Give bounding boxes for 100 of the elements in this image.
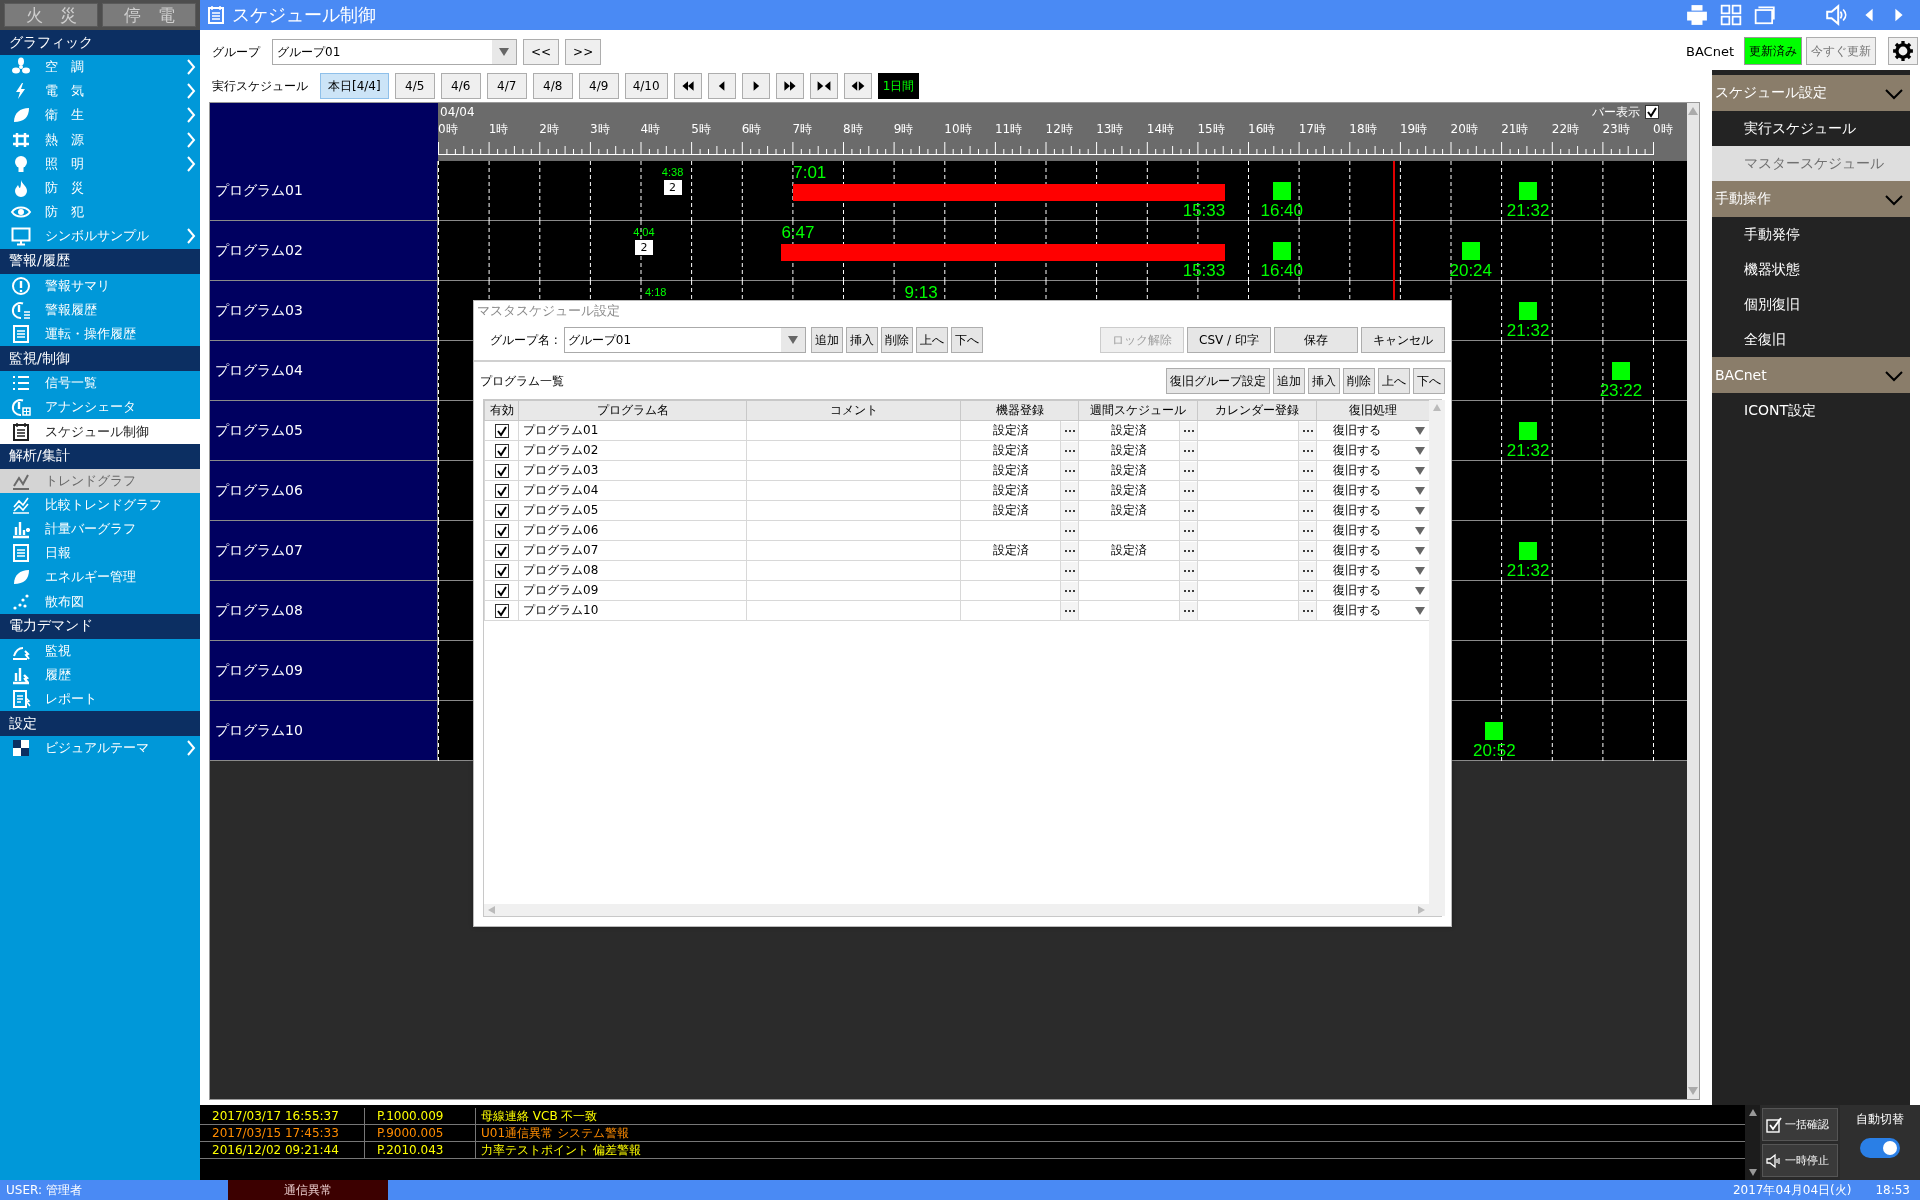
section-header: 解析/集計 bbox=[0, 443, 200, 469]
alarm-point: P.9000.005 bbox=[365, 1125, 476, 1141]
recovery-dropdown[interactable]: 復旧する bbox=[1317, 421, 1429, 440]
table-cell: 設定済 bbox=[960, 480, 1061, 501]
date-label: 2017年04月04日(火) bbox=[1732, 1181, 1852, 1199]
group-dropdown[interactable]: グループ01 bbox=[563, 327, 806, 353]
alarm-time: 2017/03/17 16:55:37 bbox=[200, 1108, 365, 1124]
edit-button[interactable]: 下へ bbox=[950, 327, 983, 353]
list-button[interactable]: 下へ bbox=[1413, 368, 1445, 394]
recovery-dropdown[interactable]: 復旧する bbox=[1317, 561, 1429, 580]
edit-button[interactable]: 削除 bbox=[880, 327, 913, 353]
group-dropdown[interactable]: グループ01 bbox=[272, 39, 517, 65]
recovery-dropdown[interactable]: 復旧する bbox=[1317, 521, 1429, 540]
edit-button[interactable]: 挿入 bbox=[845, 327, 878, 353]
panel-item[interactable]: 実行スケジュール bbox=[1712, 111, 1910, 146]
recovery-dropdown[interactable]: 復旧する bbox=[1317, 461, 1429, 480]
confirm-all-button[interactable]: 一括確認 bbox=[1762, 1108, 1838, 1141]
table-cell: 設定済 bbox=[1078, 500, 1180, 521]
action-button[interactable]: CSV / 印字 bbox=[1187, 327, 1271, 353]
edit-button[interactable]: 追加 bbox=[810, 327, 843, 353]
pause-button[interactable]: 一時停止 bbox=[1762, 1144, 1838, 1177]
status-button[interactable]: 更新済み bbox=[1744, 37, 1802, 65]
column-header: 復旧処理 bbox=[1316, 400, 1430, 421]
day-tab[interactable]: 4/5 bbox=[394, 73, 435, 99]
list-button[interactable]: 復旧グループ設定 bbox=[1166, 368, 1270, 394]
table-cell: 設定済 bbox=[960, 540, 1061, 561]
switch-label: 自動切替 bbox=[1856, 1111, 1904, 1128]
hour-label: 23時 bbox=[1602, 121, 1630, 138]
day-tab[interactable]: 本日[4/4] bbox=[320, 73, 389, 99]
section-header: 電力デマンド bbox=[0, 613, 200, 639]
recovery-dropdown[interactable]: 復旧する bbox=[1317, 601, 1429, 620]
day-tab[interactable]: 4/9 bbox=[578, 73, 619, 99]
hour-label: 18時 bbox=[1349, 121, 1377, 138]
day-tab[interactable]: 4/7 bbox=[486, 73, 527, 99]
column-header: 有効 bbox=[484, 400, 519, 421]
recovery-dropdown[interactable]: 復旧する bbox=[1317, 441, 1429, 460]
column-header: コメント bbox=[746, 400, 961, 421]
hour-label: 8時 bbox=[843, 121, 863, 138]
table-cell: プログラム01 bbox=[518, 420, 747, 441]
hour-label: 21時 bbox=[1501, 121, 1529, 138]
checkbox-label: バー表示 bbox=[1592, 103, 1640, 121]
row-label: プログラム10 bbox=[210, 701, 438, 760]
panel-item[interactable]: マスタースケジュール bbox=[1712, 146, 1910, 181]
time-label: 4:04 bbox=[633, 227, 655, 238]
next-button[interactable]: >> bbox=[565, 39, 602, 65]
time-label: 20:24 bbox=[1449, 262, 1492, 279]
table-cell: プログラム09 bbox=[518, 580, 747, 601]
hour-label: 9時 bbox=[893, 121, 914, 138]
alarm-point: P.2010.043 bbox=[365, 1142, 476, 1158]
table-cell: プログラム05 bbox=[518, 500, 747, 521]
edit-button[interactable]: 上へ bbox=[915, 327, 948, 353]
panel-item[interactable]: ICONT設定 bbox=[1712, 393, 1910, 428]
table-cell: プログラム06 bbox=[518, 520, 747, 541]
section-header[interactable]: 手動操作 bbox=[1712, 181, 1910, 217]
list-button[interactable]: 上へ bbox=[1378, 368, 1410, 394]
list-button[interactable]: 削除 bbox=[1343, 368, 1375, 394]
panel-item[interactable]: 機器状態 bbox=[1712, 252, 1910, 287]
alarm-time: 2017/03/15 17:45:33 bbox=[200, 1125, 365, 1141]
hour-label: 4時 bbox=[640, 121, 661, 138]
day-tab[interactable]: 4/6 bbox=[440, 73, 481, 99]
alarm-message: U01通信異常 システム警報 bbox=[480, 1125, 630, 1141]
section-header: グラフィック bbox=[0, 30, 200, 55]
range-button[interactable]: 1日間 bbox=[877, 73, 920, 99]
section-header[interactable]: スケジュール設定 bbox=[1712, 75, 1910, 111]
hour-label: 20時 bbox=[1450, 121, 1478, 138]
panel-item[interactable]: 個別復旧 bbox=[1712, 287, 1910, 322]
action-button[interactable]: キャンセル bbox=[1361, 327, 1445, 353]
alert-indicator: 通信異常 bbox=[228, 1180, 388, 1200]
list-button[interactable]: 追加 bbox=[1273, 368, 1305, 394]
recovery-dropdown[interactable]: 復旧する bbox=[1317, 541, 1429, 560]
recovery-dropdown[interactable]: 復旧する bbox=[1317, 581, 1429, 600]
hour-label: 7時 bbox=[792, 121, 812, 138]
day-tab[interactable]: 4/8 bbox=[532, 73, 573, 99]
time-label: 9:13 bbox=[904, 284, 938, 301]
hour-label: 11時 bbox=[994, 121, 1023, 138]
alarm-message: 母線連絡 VCB 不一致 bbox=[480, 1108, 599, 1124]
panel-item[interactable]: 手動発停 bbox=[1712, 217, 1910, 252]
table-cell: 設定済 bbox=[1078, 480, 1180, 501]
alarm-time: 2016/12/02 09:21:44 bbox=[200, 1142, 365, 1158]
recovery-dropdown[interactable]: 復旧する bbox=[1317, 501, 1429, 520]
section-header[interactable]: BACnet bbox=[1712, 357, 1910, 393]
sidebar-item[interactable]: スケジュール制御 bbox=[0, 419, 200, 444]
column-header: カレンダー登録 bbox=[1197, 400, 1317, 421]
hour-label: 16時 bbox=[1248, 121, 1276, 138]
hour-label: 1時 bbox=[488, 121, 509, 138]
time-label: 15:33 bbox=[1182, 202, 1226, 219]
update-button[interactable]: 今すぐ更新 bbox=[1806, 37, 1876, 65]
recovery-dropdown[interactable]: 復旧する bbox=[1317, 481, 1429, 500]
previous-button[interactable]: << bbox=[523, 39, 560, 65]
action-button[interactable]: 保存 bbox=[1274, 327, 1358, 353]
table-cell: プログラム02 bbox=[518, 440, 747, 461]
hour-label: 19時 bbox=[1399, 121, 1428, 138]
panel-item[interactable]: 全復旧 bbox=[1712, 322, 1910, 357]
time-label: 20:52 bbox=[1473, 742, 1516, 759]
hour-label: 0時 bbox=[438, 121, 458, 138]
list-button[interactable]: 挿入 bbox=[1308, 368, 1340, 394]
section-header: 監視/制御 bbox=[0, 346, 200, 372]
day-tab[interactable]: 4/10 bbox=[624, 73, 668, 99]
section-header: 警報/履歴 bbox=[0, 248, 200, 274]
hour-label: 2時 bbox=[539, 121, 559, 138]
